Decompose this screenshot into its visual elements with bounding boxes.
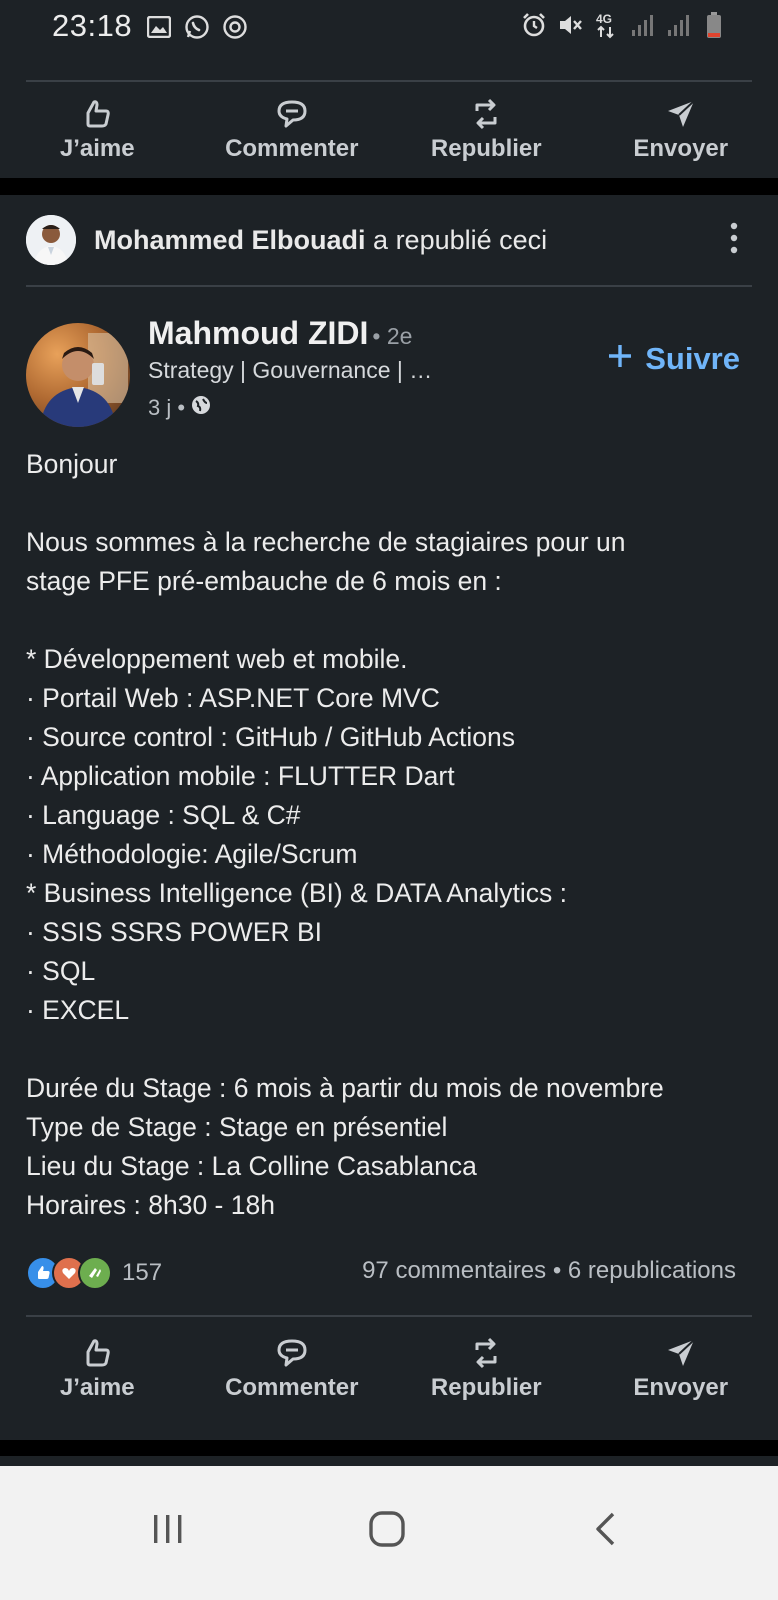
reaction-count: 157 xyxy=(122,1259,163,1286)
repost-icon xyxy=(469,97,503,131)
celebrate-reaction-icon xyxy=(78,1256,112,1290)
repost-label: Republier xyxy=(430,1374,542,1401)
post-meta: 3 j • xyxy=(148,395,211,421)
send-icon xyxy=(664,1336,698,1370)
engagement-stats[interactable]: 97 commentaires • 6 republications xyxy=(362,1257,736,1285)
plus-icon xyxy=(607,341,633,377)
whatsapp-icon xyxy=(183,13,211,41)
comment-icon xyxy=(275,97,309,131)
send-label: Envoyer xyxy=(633,1374,729,1401)
gallery-icon xyxy=(145,13,173,41)
like-label: J’aime xyxy=(59,1374,135,1401)
system-nav-bar xyxy=(0,1466,778,1600)
repost-button[interactable]: Republier xyxy=(389,1323,584,1415)
reposter-name[interactable]: Mohammed Elbouadi xyxy=(94,225,366,255)
post-line xyxy=(26,601,756,640)
signal-icon xyxy=(664,11,692,39)
post-line: · SQL xyxy=(26,956,96,986)
divider xyxy=(26,80,752,82)
recent-apps-icon[interactable] xyxy=(143,1504,193,1554)
post-card: Mohammed Elbouadi a republié ceci Mahmou… xyxy=(0,195,778,1440)
repost-label: Republier xyxy=(430,135,542,162)
post-line: Bonjour xyxy=(26,449,118,479)
like-icon xyxy=(80,1336,114,1370)
status-bar: 23:18 4G xyxy=(0,0,778,52)
post-line: · EXCEL xyxy=(26,995,130,1025)
post-line xyxy=(26,1030,756,1069)
divider xyxy=(26,1315,752,1317)
comment-label: Commenter xyxy=(225,135,359,162)
reposter-avatar[interactable] xyxy=(26,215,76,265)
connection-degree: • 2e xyxy=(372,323,413,349)
post-line: · Language : SQL & C# xyxy=(26,800,301,830)
send-button[interactable]: Envoyer xyxy=(584,84,778,176)
comment-icon xyxy=(275,1336,309,1370)
globe-icon xyxy=(191,395,211,421)
post-body: Bonjour Nous sommes à la recherche de st… xyxy=(26,445,756,1225)
post-line: * Développement web et mobile. xyxy=(26,644,408,674)
previous-post-card: J’aime Commenter Republier Envoyer xyxy=(0,52,778,178)
signal-icon xyxy=(628,11,656,39)
post-line: Type de Stage : Stage en présentiel xyxy=(26,1112,448,1142)
post-line: · Portail Web : ASP.NET Core MVC xyxy=(26,683,440,713)
post-line: Horaires : 8h30 - 18h xyxy=(26,1190,275,1220)
follow-button[interactable]: Suivre xyxy=(607,341,740,377)
mute-icon xyxy=(556,11,584,39)
post-line: · SSIS SSRS POWER BI xyxy=(26,917,322,947)
alarm-icon xyxy=(520,11,548,39)
post-action-bar: J’aime Commenter Republier Envoyer xyxy=(0,1323,778,1415)
sync-icon xyxy=(221,13,249,41)
battery-icon xyxy=(700,11,728,39)
reactions-summary[interactable]: 157 xyxy=(26,1255,162,1291)
more-options-icon[interactable] xyxy=(728,221,740,255)
author-headline: Strategy | Gouvernance | … xyxy=(148,357,433,383)
status-time: 23:18 xyxy=(52,8,133,43)
post-line: stage PFE pré-embauche de 6 mois en : xyxy=(26,566,502,596)
divider xyxy=(26,285,752,287)
repost-header: Mohammed Elbouadi a republié ceci xyxy=(26,215,547,265)
comment-button[interactable]: Commenter xyxy=(195,84,390,176)
post-line: · Application mobile : FLUTTER Dart xyxy=(26,761,455,791)
4g-icon: 4G xyxy=(592,11,620,39)
post-line: * Business Intelligence (BI) & DATA Anal… xyxy=(26,878,568,908)
author-name[interactable]: Mahmoud ZIDI xyxy=(148,315,368,351)
follow-label: Suivre xyxy=(645,341,740,376)
comment-button[interactable]: Commenter xyxy=(195,1323,390,1415)
send-button[interactable]: Envoyer xyxy=(584,1323,778,1415)
home-icon[interactable] xyxy=(362,1504,412,1554)
post-line: Durée du Stage : 6 mois à partir du mois… xyxy=(26,1073,664,1103)
post-line xyxy=(26,484,756,523)
post-line: · Source control : GitHub / GitHub Actio… xyxy=(26,722,515,752)
post-line: Lieu du Stage : La Colline Casablanca xyxy=(26,1151,477,1181)
repost-button[interactable]: Republier xyxy=(389,84,584,176)
repost-text: a republié ceci xyxy=(373,224,548,255)
top-action-bar: J’aime Commenter Republier Envoyer xyxy=(0,84,778,176)
send-label: Envoyer xyxy=(633,135,729,162)
repost-icon xyxy=(469,1336,503,1370)
like-icon xyxy=(80,97,114,131)
send-icon xyxy=(664,97,698,131)
post-line: · Méthodologie: Agile/Scrum xyxy=(26,839,358,869)
like-button[interactable]: J’aime xyxy=(0,84,195,176)
comment-label: Commenter xyxy=(225,1374,359,1401)
like-label: J’aime xyxy=(59,135,135,162)
network-label: 4G xyxy=(596,12,612,26)
back-icon[interactable] xyxy=(580,1504,630,1554)
post-age: 3 j • xyxy=(148,395,186,420)
author-avatar[interactable] xyxy=(26,323,130,427)
post-line: Nous sommes à la recherche de stagiaires… xyxy=(26,527,626,557)
like-button[interactable]: J’aime xyxy=(0,1323,195,1415)
